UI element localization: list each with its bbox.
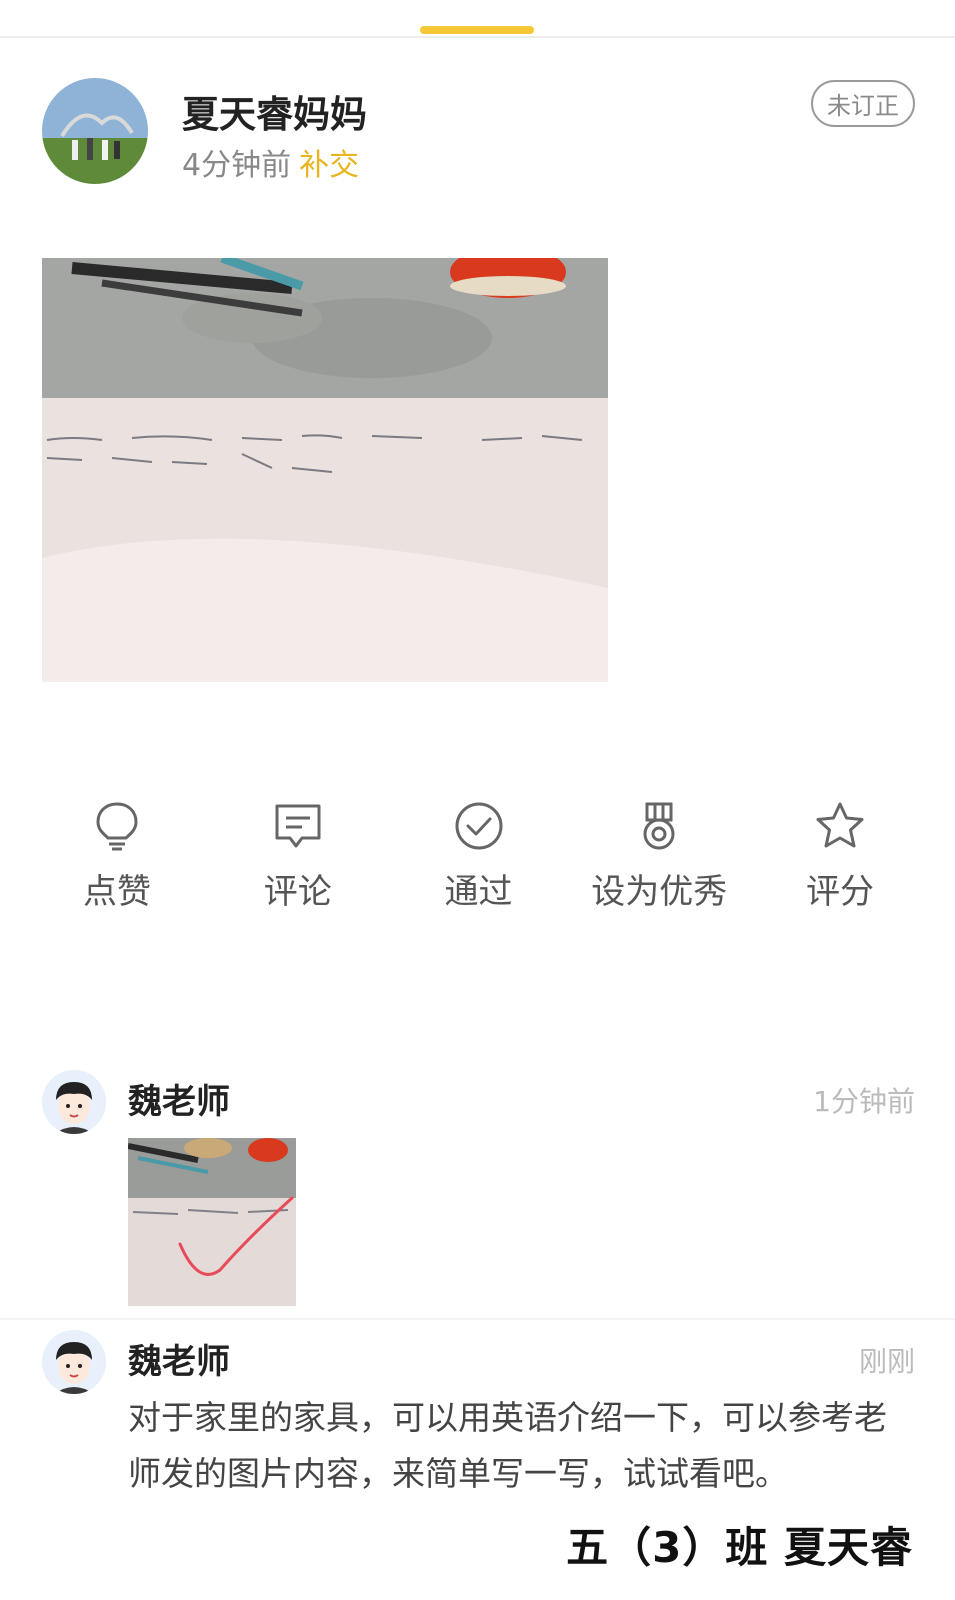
like-button[interactable]: 点赞: [42, 800, 192, 920]
like-label: 点赞: [83, 872, 151, 912]
homework-photo[interactable]: [42, 258, 608, 682]
comment-time: 刚刚: [858, 1345, 915, 1378]
late-tag: 补交: [299, 148, 360, 183]
corrected-photo[interactable]: [128, 1138, 296, 1306]
mark-excellent-label: 设为优秀: [591, 872, 728, 912]
teacher-avatar[interactable]: [42, 1070, 106, 1134]
medal-icon: [643, 802, 675, 850]
comment-item: 魏老师 1分钟前: [42, 1070, 915, 1320]
rate-button[interactable]: 评分: [765, 800, 915, 920]
comment-item: 魏老师 刚刚 对于家里的家具，可以用英语介绍一下，可以参考老师发的图片内容，来简…: [42, 1330, 915, 1540]
approve-button[interactable]: 通过: [404, 800, 554, 920]
top-divider: [0, 36, 955, 38]
comment-button[interactable]: 评论: [223, 800, 373, 920]
teacher-avatar[interactable]: [42, 1330, 106, 1394]
mark-excellent-button[interactable]: 设为优秀: [584, 800, 734, 920]
comment-author[interactable]: 魏老师: [128, 1074, 230, 1123]
post-header: 夏天睿妈妈 4分钟前 补交 未订正: [42, 78, 915, 188]
comment-icon: [275, 804, 321, 848]
star-icon: [816, 802, 864, 848]
student-caption: 五（3）班 夏天睿: [566, 1523, 913, 1572]
check-circle-icon: [455, 802, 502, 850]
rate-label: 评分: [806, 872, 874, 912]
avatar[interactable]: [42, 78, 148, 184]
comment-author[interactable]: 魏老师: [128, 1334, 230, 1383]
status-badge: 未订正: [811, 80, 915, 127]
action-bar: 点赞 评论 通过 设为优秀 评分: [42, 800, 915, 920]
approve-label: 通过: [444, 872, 513, 912]
comment-text: 对于家里的家具，可以用英语介绍一下，可以参考老师发的图片内容，来简单写一写，试试…: [128, 1398, 887, 1493]
post-meta: 4分钟前 补交: [182, 140, 359, 184]
comment-time: 1分钟前: [813, 1085, 915, 1118]
post-author[interactable]: 夏天睿妈妈: [182, 84, 367, 138]
comment-divider: [0, 1318, 955, 1320]
lightbulb-icon: [96, 802, 138, 851]
comment-label: 评论: [263, 872, 332, 912]
post-time: 4分钟前: [182, 148, 292, 183]
top-indicator: [420, 26, 534, 34]
